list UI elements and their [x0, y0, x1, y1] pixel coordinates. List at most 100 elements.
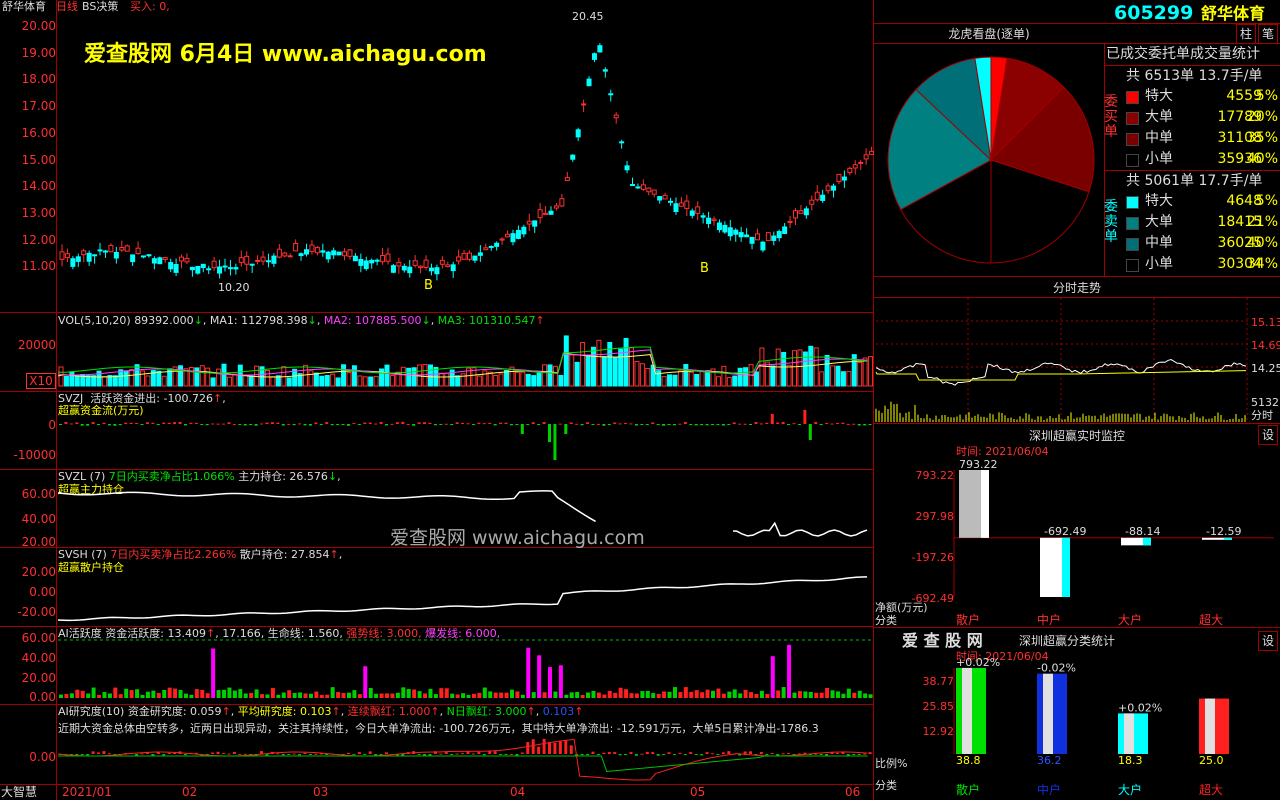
classify-cat-label: 分类 — [875, 779, 897, 792]
research-bar — [417, 754, 421, 755]
classify-category: 超大 — [1199, 783, 1224, 797]
fund-flow-bar — [80, 424, 84, 426]
research-bar — [596, 754, 600, 755]
row-label: 小单 — [1145, 151, 1173, 167]
volume-bar — [362, 376, 368, 387]
corner-logo: 大智慧 — [1, 785, 38, 799]
monitor-bar — [1121, 537, 1151, 546]
row-label: 大单 — [1145, 214, 1173, 230]
ai-active-chart[interactable] — [58, 632, 873, 702]
research-bar — [662, 754, 666, 755]
legend-swatch — [1126, 133, 1139, 146]
volume-bar — [308, 370, 314, 387]
monitor-bar-chart[interactable]: 793.22 -692.49 -88.14 -12.59 — [953, 458, 1274, 600]
research-bar — [694, 754, 698, 755]
fund-flow-bar — [868, 424, 872, 426]
monitor-bar — [1202, 537, 1232, 540]
activity-bar — [569, 692, 574, 698]
main-y-tick: 17.00 — [21, 99, 56, 114]
fund-flow-bar — [537, 424, 541, 426]
volume-bar — [645, 367, 651, 387]
volume-bar — [346, 371, 352, 387]
activity-bar — [433, 694, 438, 698]
volume-bar — [145, 375, 151, 387]
candle-body — [624, 165, 630, 171]
research-bar — [683, 754, 687, 755]
research-bar — [634, 754, 638, 756]
volume-bar — [531, 375, 537, 387]
svzj-y-tick: -10000 — [13, 448, 56, 462]
research-bar — [238, 753, 242, 755]
volume-bar — [840, 371, 846, 387]
fund-flow-bar — [194, 422, 198, 424]
volume-bar — [580, 341, 586, 387]
fund-flow-bar — [178, 421, 182, 424]
research-bar — [520, 752, 524, 754]
volume-chart[interactable] — [57, 326, 874, 388]
candle-body — [97, 249, 103, 252]
monitor-y-tick: 297.98 — [915, 510, 955, 523]
research-bar — [488, 751, 492, 754]
svzl-chart[interactable] — [57, 475, 873, 545]
fund-flow-bar — [721, 424, 725, 426]
candle-body — [342, 251, 348, 257]
candle-body — [217, 266, 223, 274]
fund-flow-bar — [466, 423, 470, 425]
fund-flow-bar — [232, 423, 236, 425]
activity-bar — [564, 694, 569, 698]
candle-body — [439, 259, 445, 265]
volume-bar — [775, 348, 781, 387]
volume-bar — [243, 374, 249, 387]
candle-body — [363, 260, 369, 270]
research-bar — [222, 753, 225, 755]
volume-bar — [178, 365, 184, 387]
candle-body — [325, 251, 331, 260]
intraday-tick: 15.13 — [1251, 316, 1280, 329]
classify-bar-chart[interactable]: 38.8 +0.02% 36.2 -0.02% 18.3 +0.02% 25.0 — [953, 656, 1274, 767]
ai-research-chart[interactable] — [57, 732, 873, 782]
fund-flow-bar — [330, 424, 334, 426]
classify-settings-button[interactable]: 设 — [1258, 631, 1278, 651]
pen-mode-button[interactable]: 笔 — [1258, 24, 1278, 44]
monitor-settings-button[interactable]: 设 — [1258, 425, 1278, 445]
candle-body — [852, 164, 858, 169]
bar-highlight — [1043, 673, 1053, 754]
candle-body — [836, 173, 842, 183]
activity-bar — [461, 693, 466, 698]
candle-body — [722, 224, 728, 233]
candlestick-chart[interactable] — [58, 10, 875, 310]
volume-bar — [319, 375, 325, 387]
activity-bar — [493, 692, 498, 698]
monitor-category: 超大 — [1199, 613, 1224, 627]
fund-flow-bar — [602, 424, 606, 426]
intraday-title: 分时走势 — [1052, 281, 1101, 295]
intraday-chart[interactable] — [875, 298, 1248, 422]
activity-bar — [194, 689, 199, 698]
fund-flow-bar — [368, 422, 372, 424]
volume-bar — [634, 361, 640, 387]
main-y-tick: 14.00 — [21, 179, 56, 194]
research-bar — [151, 754, 155, 756]
candle-body — [521, 226, 527, 235]
volume-bar — [569, 354, 575, 387]
bar-mode-button[interactable]: 柱 — [1236, 24, 1256, 44]
candle-body — [314, 246, 320, 254]
fund-flow-bar — [222, 423, 225, 425]
research-bar — [86, 754, 90, 756]
volume-bar — [313, 372, 319, 387]
main-chart-area[interactable]: 舒华体育 日线 BS决策 买入: 0, 爱查股网 6月4日 www.aichag… — [0, 0, 875, 800]
activity-bar — [694, 690, 699, 698]
row-pct: 20% — [1246, 109, 1278, 125]
y-axis-line — [56, 0, 57, 800]
svsh-chart[interactable] — [57, 552, 873, 624]
fund-flow-bar — [183, 424, 187, 426]
candle-body — [445, 264, 451, 268]
activity-bar — [390, 693, 395, 698]
activity-bar — [140, 694, 145, 698]
svzj-chart[interactable] — [58, 394, 873, 466]
fund-flow-bar — [162, 422, 166, 424]
candle-body — [418, 265, 424, 269]
fund-flow-bar — [797, 424, 801, 425]
volume-bar — [384, 364, 390, 387]
activity-bar — [645, 690, 650, 698]
